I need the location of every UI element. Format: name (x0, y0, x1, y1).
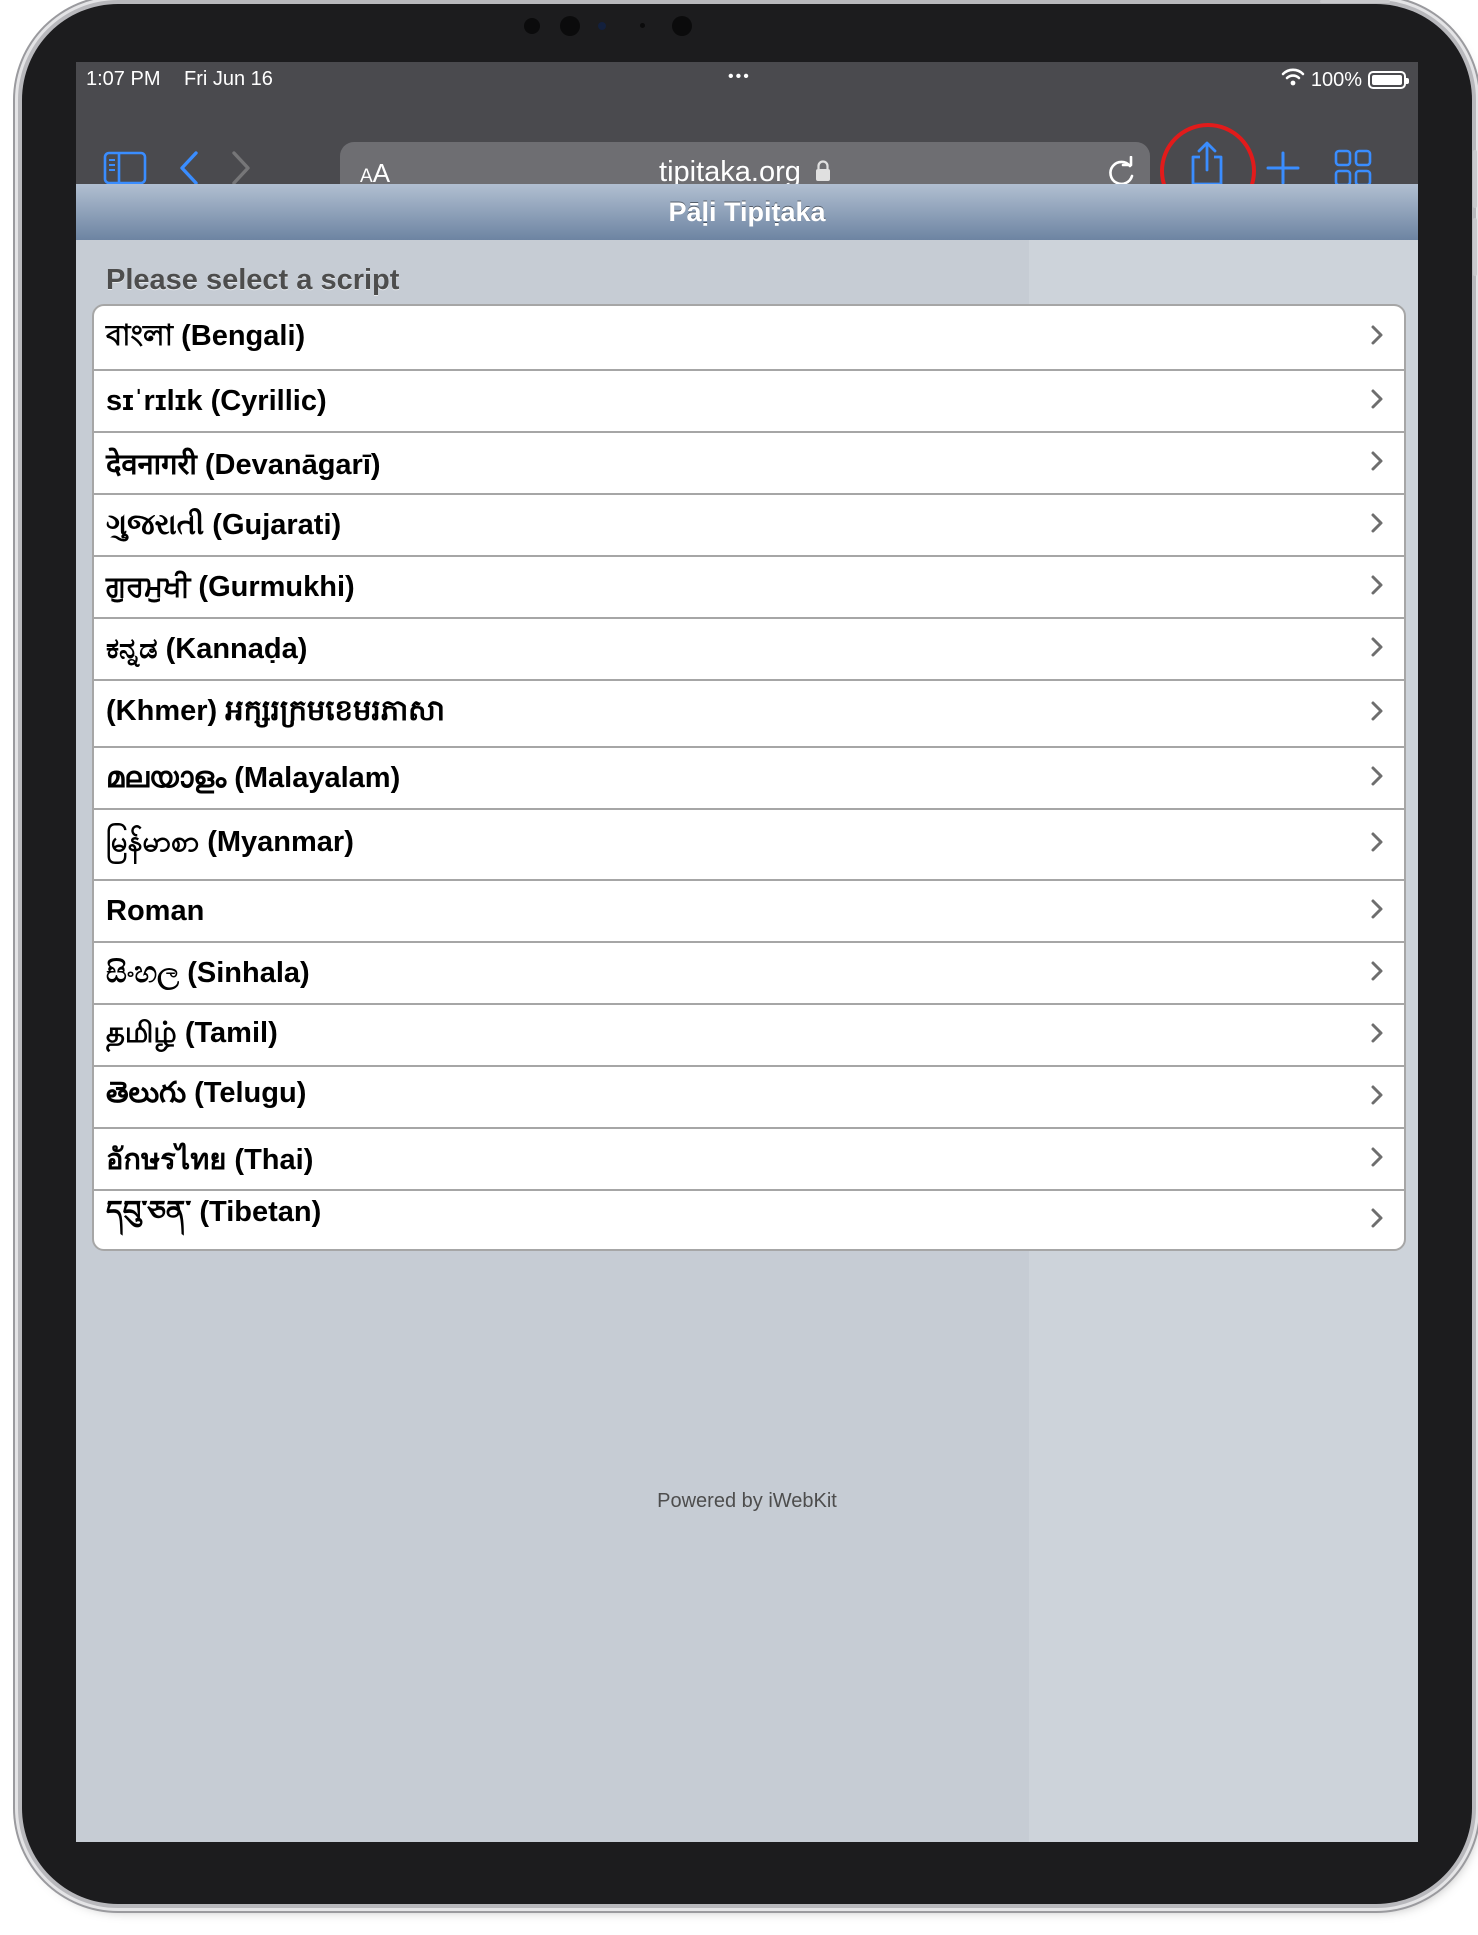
chevron-right-icon (1370, 450, 1384, 477)
script-row[interactable]: தமிழ் (Tamil) (94, 1003, 1404, 1065)
script-row[interactable]: དབུ་ཅན་ (Tibetan) (94, 1189, 1404, 1249)
footer-text: Powered by iWebKit (657, 1490, 837, 1512)
chevron-right-icon (1370, 898, 1384, 925)
script-row[interactable]: മലയാളം (Malayalam) (94, 746, 1404, 808)
script-row[interactable]: සිංහල (Sinhala) (94, 941, 1404, 1003)
page-content: Please select a script বাংলা (Bengali) sɪ… (76, 240, 1418, 1842)
battery-icon (1368, 71, 1409, 89)
script-row-label: Roman (106, 894, 205, 927)
script-row-label: (Khmer) អក្សរក្រមខេមរភាសា (106, 694, 445, 727)
chevron-right-icon (1370, 831, 1384, 858)
battery-level (1372, 75, 1402, 85)
camera-sensor (672, 16, 692, 36)
front-camera (598, 22, 606, 30)
script-row-label: తెలుగు (Telugu) (106, 1077, 307, 1109)
status-date: Fri Jun 16 (184, 68, 273, 90)
chevron-right-icon (1370, 388, 1384, 415)
section-title: Please select a script (106, 264, 400, 296)
script-row[interactable]: తెలుగు (Telugu) (94, 1065, 1404, 1127)
wifi-icon (1281, 68, 1305, 92)
script-row-label: དབུ་ཅན་ (Tibetan) (106, 1196, 322, 1228)
page-title: Pāḷi Tipiṭaka (76, 184, 1418, 241)
script-row[interactable]: Roman (94, 879, 1404, 941)
chevron-right-icon (1370, 324, 1384, 351)
script-row[interactable]: sɪˈrɪlɪk (Cyrillic) (94, 369, 1404, 431)
chevron-right-icon (1370, 960, 1384, 987)
camera-sensor (640, 23, 645, 28)
script-row-label: മലയാളം (Malayalam) (106, 761, 401, 794)
chevron-right-icon (1370, 1146, 1384, 1173)
camera-sensor (524, 18, 540, 34)
script-row-label: देवनागरी (Devanāgarī) (106, 448, 381, 481)
script-row-label: ਗੁਰਮੁਖੀ (Gurmukhi) (106, 570, 355, 603)
battery-tip (1406, 78, 1409, 84)
safari-toolbar: AA tipitaka.org (76, 98, 1418, 219)
battery-percent: 100% (1310, 68, 1362, 91)
script-row[interactable]: বাংলা (Bengali) (94, 306, 1404, 369)
script-list: বাংলা (Bengali) sɪˈrɪlɪk (Cyrillic) देवनाग… (92, 304, 1406, 1251)
status-time: 1:07 PM (86, 68, 161, 90)
status-bar: 1:07 PM Fri Jun 16 ••• 100% (76, 62, 1418, 98)
script-row-label: ಕನ್ನಡ (Kannaḍa) (106, 632, 308, 665)
camera-sensor (560, 16, 580, 36)
chevron-right-icon (1370, 1084, 1384, 1111)
multitasking-dots[interactable]: ••• (728, 68, 751, 86)
chevron-right-icon (1370, 636, 1384, 663)
script-row-label: ગુજરાતી (Gujarati) (106, 508, 342, 541)
volume-down-button (1473, 218, 1477, 276)
chevron-right-icon (1370, 1207, 1384, 1234)
script-row[interactable]: ਗੁਰਮੁਖੀ (Gurmukhi) (94, 555, 1404, 617)
script-row-label: සිංහල (Sinhala) (106, 956, 310, 989)
script-row[interactable]: ગુજરાતી (Gujarati) (94, 493, 1404, 555)
script-row[interactable]: မြန်မာစာ (Myanmar) (94, 808, 1404, 879)
chevron-right-icon (1370, 574, 1384, 601)
script-row[interactable]: देवनागरी (Devanāgarī) (94, 431, 1404, 493)
status-indicators: 100% (1281, 68, 1409, 92)
script-row-label: sɪˈrɪlɪk (Cyrillic) (106, 384, 327, 417)
script-row-label: தமிழ் (Tamil) (106, 1017, 278, 1049)
chevron-right-icon (1370, 1022, 1384, 1049)
chevron-right-icon (1370, 765, 1384, 792)
script-row[interactable]: (Khmer) អក្សរក្រមខេមរភាសា (94, 679, 1404, 746)
ipad-screen: 1:07 PM Fri Jun 16 ••• 100% AA tipitaka.… (76, 62, 1418, 1842)
script-row-label: မြန်မာစာ (Myanmar) (106, 826, 354, 858)
script-row[interactable]: ಕನ್ನಡ (Kannaḍa) (94, 617, 1404, 679)
top-button (1320, 0, 1390, 3)
script-row-label: বাংলা (Bengali) (106, 320, 306, 352)
chevron-right-icon (1370, 512, 1384, 539)
chevron-right-icon (1370, 700, 1384, 727)
script-row-label: อักษรไทย (Thai) (106, 1144, 314, 1176)
volume-up-button (1473, 150, 1477, 208)
